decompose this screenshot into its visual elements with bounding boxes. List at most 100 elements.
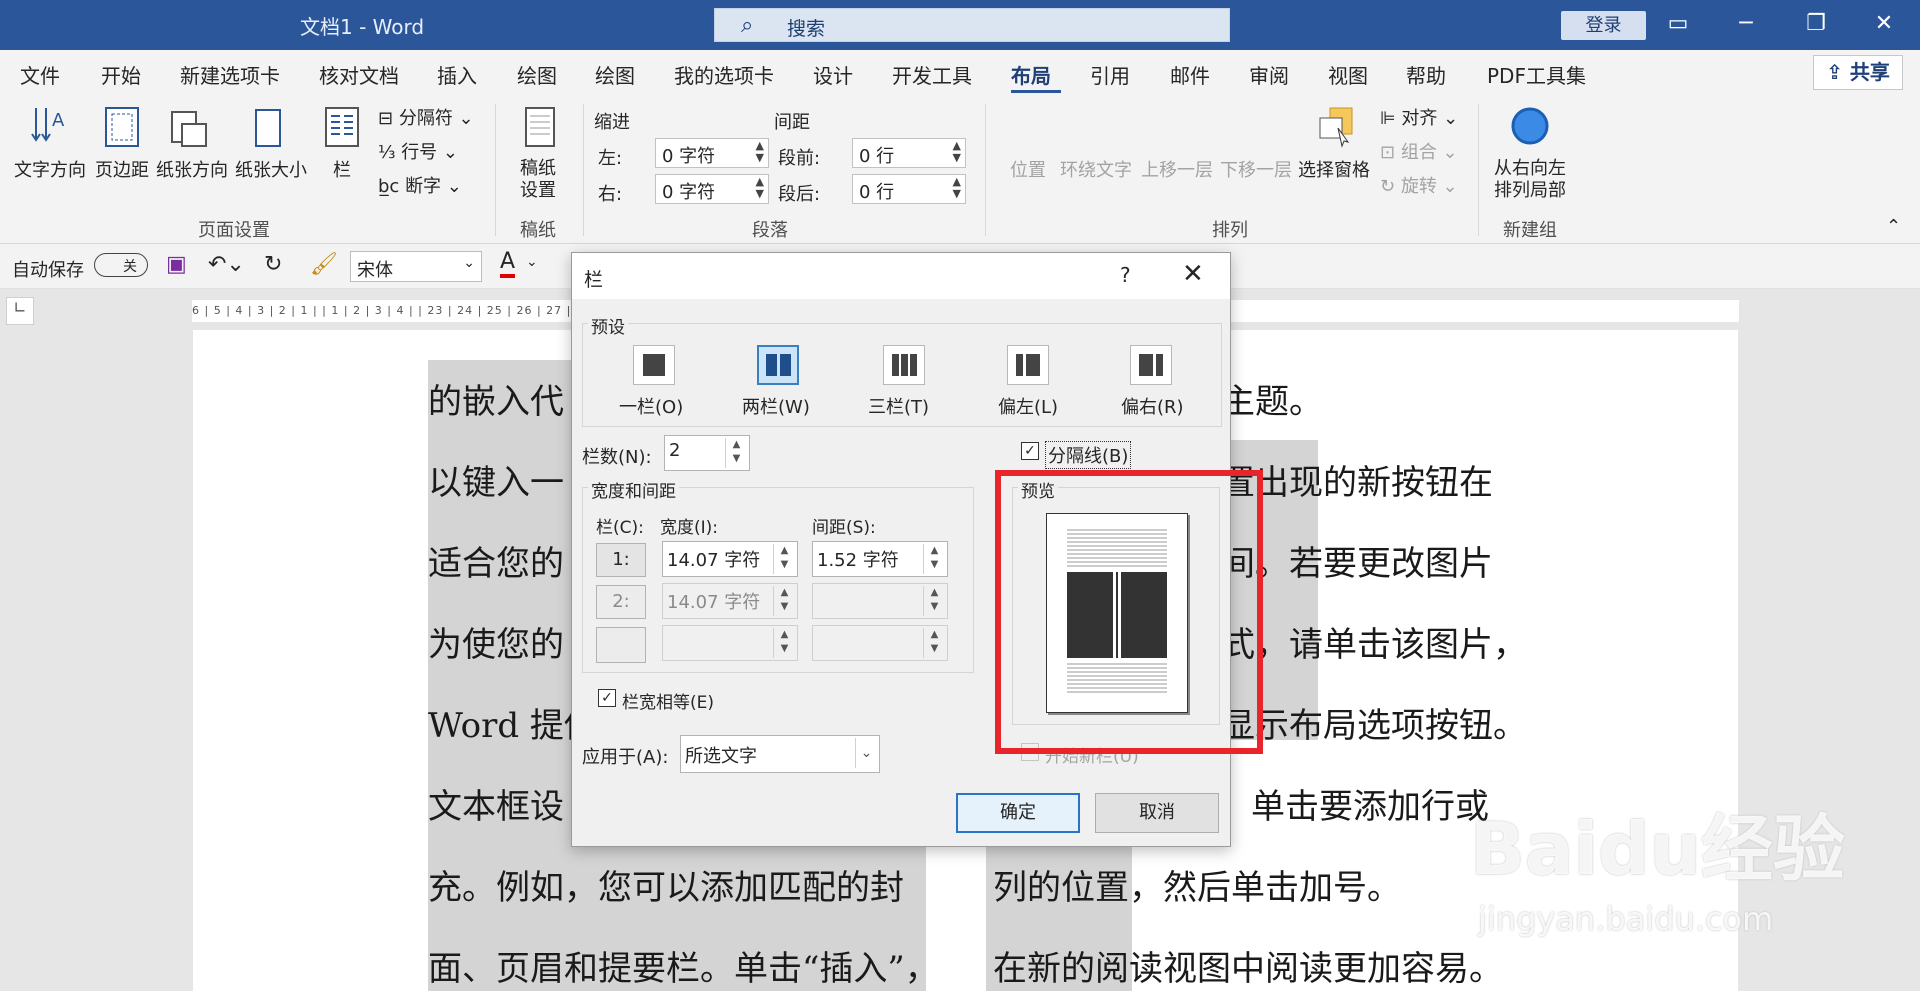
columns-button[interactable]: 栏 [333,156,351,182]
minimize-icon[interactable]: ─ [1726,6,1766,42]
share-button[interactable]: ⇪ 共享 [1813,55,1903,90]
help-icon[interactable]: ? [1120,263,1131,287]
preset-one-button[interactable] [633,345,675,385]
tab-file[interactable]: 文件 [20,60,60,89]
arrange-group-label: 排列 [1212,220,1248,241]
spinner-icon[interactable]: ▲ ▼ [756,176,764,200]
orientation-button[interactable]: 纸张方向 [156,156,228,182]
close-icon[interactable]: ✕ [1182,259,1204,289]
column-3-spacing-input[interactable]: ▲ ▼ [812,625,948,661]
left-column-line: 的嵌入代 [428,382,564,422]
space-before-input[interactable]: 0 行 ▲ ▼ [852,138,966,168]
spinner-icon[interactable]: ▲ ▼ [923,586,945,616]
spinner-icon[interactable]: ▲ ▼ [773,628,795,658]
ribbon-display-icon[interactable]: ▭ [1658,6,1698,42]
size-button[interactable]: 纸张大小 [235,156,307,182]
save-icon[interactable]: ▣ [166,252,187,277]
redo-icon[interactable]: ↻ [264,252,282,277]
font-color-icon[interactable]: A [500,250,516,278]
close-icon[interactable]: ✕ [1864,6,1904,42]
spinner-icon[interactable]: ▲ ▼ [725,438,747,468]
tab-help[interactable]: 帮助 [1406,60,1446,89]
preset-right-button[interactable] [1130,345,1172,385]
column-count-input[interactable]: 2 ▲ ▼ [664,435,750,471]
tab-my[interactable]: 我的选项卡 [674,60,774,89]
column-2-width-input[interactable]: 14.07 字符 ▲ ▼ [662,583,798,619]
indent-left-input[interactable]: 0 字符 ▲ ▼ [655,138,769,168]
preset-two-button[interactable] [757,345,799,385]
send-backward-button[interactable]: 下移一层 [1220,156,1292,182]
equal-width-checkbox[interactable]: ✓ [598,689,616,707]
ok-button[interactable]: 确定 [956,793,1080,833]
format-painter-icon[interactable]: 🖌 [310,252,338,277]
restore-icon[interactable]: ❐ [1796,6,1836,42]
orientation-icon [171,111,207,147]
search-box[interactable]: ⌕ 搜索 [714,8,1230,42]
ribbon: A 文字方向 页边距 纸张方向 纸张大小 栏 ⊟ 分隔符 ⌄ ⅓ 行号 ⌄ b̲… [0,96,1920,244]
bring-forward-button[interactable]: 上移一层 [1141,156,1213,182]
indent-right-input[interactable]: 0 字符 ▲ ▼ [655,174,769,204]
undo-icon[interactable]: ↶⌄ [208,252,245,277]
column-1-spacing-input[interactable]: 1.52 字符 ▲ ▼ [812,541,948,577]
tab-layout[interactable]: 布局 [1011,60,1051,89]
preset-right-label: 偏右(R) [1121,397,1184,418]
space-after-input[interactable]: 0 行 ▲ ▼ [852,174,966,204]
rotate-label: 旋转 [1400,176,1437,197]
wrap-text-button[interactable]: 环绕文字 [1060,156,1132,182]
tab-home[interactable]: 开始 [101,60,141,89]
column-2-spacing-input[interactable]: ▲ ▼ [812,583,948,619]
position-button[interactable]: 位置 [1010,156,1046,182]
tab-insert[interactable]: 插入 [437,60,477,89]
font-name-value: 宋体 [357,260,393,281]
tab-review[interactable]: 审阅 [1249,60,1289,89]
left-column-line: 为使您的 [428,625,564,665]
rotate-button[interactable]: ↻ 旋转 ⌄ [1380,172,1458,198]
cancel-button[interactable]: 取消 [1095,793,1219,833]
spinner-icon[interactable]: ▲ ▼ [756,140,764,164]
spinner-icon[interactable]: ▲ ▼ [953,176,961,200]
spinner-icon[interactable]: ▲ ▼ [923,628,945,658]
hyphenation-button[interactable]: b̲c 断字 ⌄ [378,172,462,198]
chevron-down-icon[interactable]: ⌄ [526,254,538,270]
font-name-box[interactable]: 宋体 ⌄ [350,251,482,282]
login-button[interactable]: 登录 [1561,11,1646,40]
column-header: 栏(C): [596,518,644,538]
margins-button[interactable]: 页边距 [95,156,149,182]
spinner-icon[interactable]: ▲ ▼ [923,544,945,574]
preset-three-button[interactable] [883,345,925,385]
tab-pdf[interactable]: PDF工具集 [1487,60,1586,89]
align-button[interactable]: ⊫ 对齐 ⌄ [1380,104,1458,130]
selection-pane-button[interactable]: 选择窗格 [1298,156,1370,182]
tab-selector[interactable]: ∟ [6,297,34,325]
group-objects-button[interactable]: ⊡ 组合 ⌄ [1380,138,1458,164]
breaks-button[interactable]: ⊟ 分隔符 ⌄ [378,104,474,130]
autosave-toggle[interactable]: 关 [94,253,148,277]
spinner-icon[interactable]: ▲ ▼ [773,586,795,616]
preset-one-label: 一栏(O) [619,397,684,418]
column-1-width-input[interactable]: 14.07 字符 ▲ ▼ [662,541,798,577]
column-3-button[interactable] [596,627,646,663]
collapse-ribbon-icon[interactable]: ⌃ [1886,216,1901,237]
line-numbers-button[interactable]: ⅓ 行号 ⌄ [378,138,458,164]
tab-design[interactable]: 设计 [813,60,853,89]
preset-left-button[interactable] [1007,345,1049,385]
line-between-checkbox[interactable]: ✓ [1021,442,1039,460]
rtl-layout-label: 排列局部 [1494,180,1566,201]
tab-draw-2[interactable]: 绘图 [595,60,635,89]
chevron-down-icon[interactable]: ⌄ [855,738,877,768]
tab-view[interactable]: 视图 [1328,60,1368,89]
tab-references[interactable]: 引用 [1090,60,1130,89]
apply-to-select[interactable]: 所选文字 ⌄ [680,735,880,773]
column-3-width-input[interactable]: ▲ ▼ [662,625,798,661]
tab-review-doc[interactable]: 核对文档 [319,60,399,89]
column-1-button[interactable]: 1: [596,543,646,577]
tab-draw-1[interactable]: 绘图 [517,60,557,89]
text-direction-button[interactable]: 文字方向 [14,156,86,182]
selection-pane-icon [1319,107,1353,148]
spinner-icon[interactable]: ▲ ▼ [773,544,795,574]
column-2-button[interactable]: 2: [596,585,646,619]
tab-new[interactable]: 新建选项卡 [180,60,280,89]
spinner-icon[interactable]: ▲ ▼ [953,140,961,164]
tab-mailings[interactable]: 邮件 [1170,60,1210,89]
tab-developer[interactable]: 开发工具 [892,60,972,89]
